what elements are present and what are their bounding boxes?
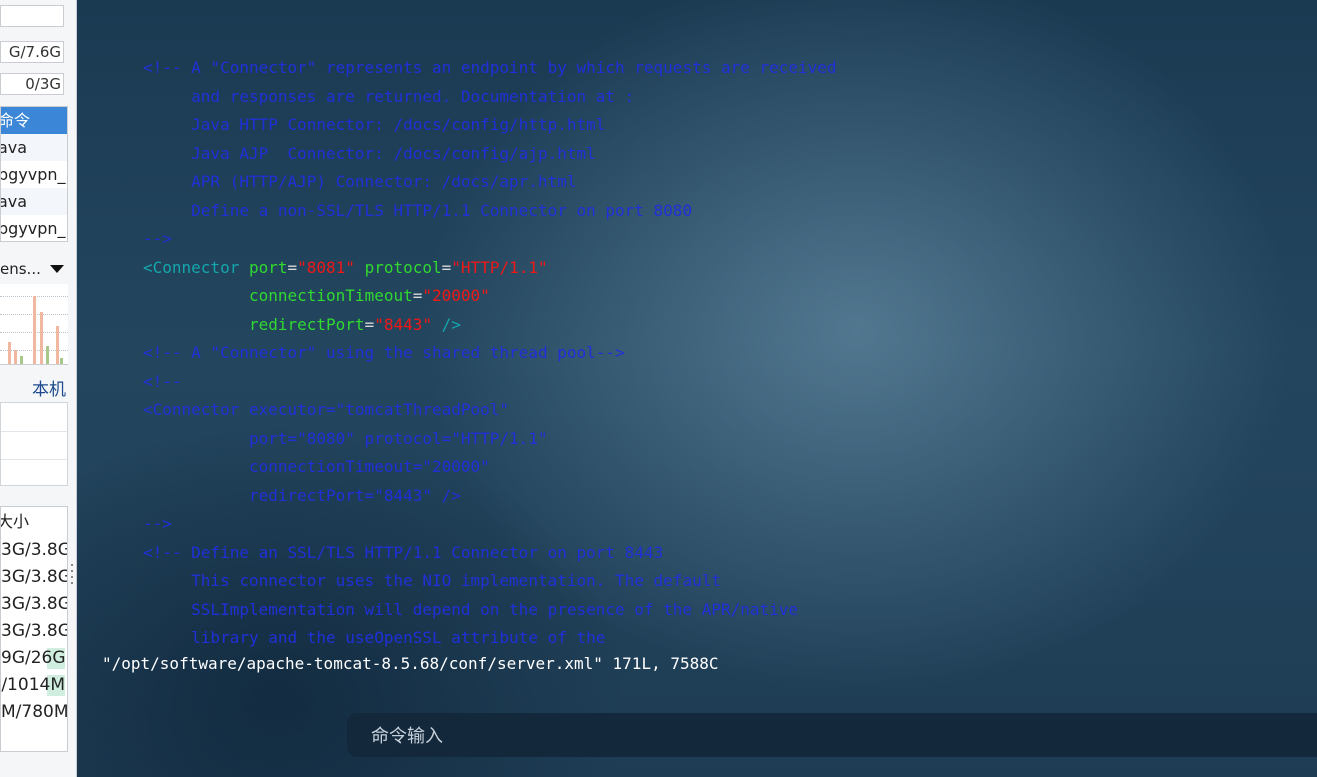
- table-row: /1014M: [1, 675, 65, 696]
- splitter-handle[interactable]: [69, 560, 74, 600]
- code-token: redirectPort: [248, 314, 365, 334]
- code-token: SSLImplementation will depend on the pre…: [143, 599, 799, 619]
- code-token: port="8080" protocol="HTTP/1.1": [143, 428, 548, 448]
- code-line: library and the useOpenSSL attribute of …: [143, 624, 837, 653]
- code-token: <!-- A "Connector" represents an endpoin…: [143, 58, 837, 77]
- connection-panel: [0, 402, 68, 486]
- code-line: APR (HTTP/AJP) Connector: /docs/apr.html: [143, 168, 837, 197]
- swap-usage-field: 0/3G: [0, 73, 64, 95]
- code-line: <Connector executor="tomcatThreadPool": [143, 396, 837, 425]
- code-line: port="8080" protocol="HTTP/1.1": [143, 425, 837, 454]
- list-item[interactable]: pgyvpn_: [1, 161, 67, 188]
- table-row: 3G/3.8G: [1, 540, 68, 560]
- command-input[interactable]: 命令输入: [347, 713, 1317, 757]
- table-row: 3G/3.8G: [1, 621, 68, 641]
- code-line: connectionTimeout="20000": [143, 282, 837, 311]
- code-token: Define a non-SSL/TLS HTTP/1.1 Connector …: [143, 200, 693, 220]
- code-line: Define a non-SSL/TLS HTTP/1.1 Connector …: [143, 197, 837, 226]
- code-token: Java HTTP Connector: /docs/config/http.h…: [143, 115, 606, 134]
- network-interface-select[interactable]: ens...: [0, 257, 68, 281]
- side-panel: G/7.6G 0/3G 命令 ava pgyvpn_ ava pgyvpn_ e…: [0, 0, 77, 777]
- code-token: <Connector: [143, 257, 240, 277]
- chevron-down-icon: [50, 265, 64, 273]
- code-token: APR (HTTP/AJP) Connector: /docs/apr.html: [143, 172, 577, 191]
- code-token: <!-- A "Connector" using the shared thre…: [143, 343, 625, 362]
- code-line: redirectPort="8443" />: [143, 482, 837, 511]
- code-token: library and the useOpenSSL attribute of …: [143, 628, 606, 647]
- code-token: Java AJP Connector: /docs/config/ajp.htm…: [143, 143, 596, 163]
- code-token: "8443": [374, 314, 432, 334]
- table-row: 3G/3.8G: [1, 567, 68, 587]
- code-token: =: [287, 257, 298, 277]
- code-token: <!-- Define an SSL/TLS HTTP/1.1 Connecto…: [143, 542, 664, 562]
- code-line: connectionTimeout="20000": [143, 453, 837, 482]
- code-line: <Connector port="8081" protocol="HTTP/1.…: [143, 254, 837, 283]
- network-interface-value: ens...: [0, 260, 41, 278]
- code-line: <!--: [143, 368, 837, 397]
- table-row: 9G/26G: [1, 648, 66, 669]
- code-line: -->: [143, 225, 837, 254]
- list-item[interactable]: ava: [1, 134, 67, 161]
- terminal-view[interactable]: <!-- A "Connector" represents an endpoin…: [77, 0, 1317, 777]
- code-line: This connector uses the NIO implementati…: [143, 567, 837, 596]
- code-line: redirectPort="8443" />: [143, 311, 837, 340]
- code-line: SSLImplementation will depend on the pre…: [143, 596, 837, 625]
- code-token: "8081": [297, 257, 355, 277]
- code-line: Java HTTP Connector: /docs/config/http.h…: [143, 111, 837, 140]
- sidebar-top-field: [0, 5, 64, 27]
- code-token: =: [364, 314, 375, 334]
- code-token: connectionTimeout: [248, 286, 413, 305]
- code-line: <!-- A "Connector" represents an endpoin…: [143, 54, 837, 83]
- code-token: <!--: [143, 371, 182, 391]
- process-list: 命令 ava pgyvpn_ ava pgyvpn_: [0, 106, 68, 242]
- code-line: <!-- Define an SSL/TLS HTTP/1.1 Connecto…: [143, 539, 837, 568]
- code-token: />: [432, 314, 461, 334]
- network-traffic-chart: [0, 284, 68, 365]
- memory-usage-field: G/7.6G: [0, 41, 64, 63]
- code-line: -->: [143, 510, 837, 539]
- code-token: =: [412, 286, 423, 305]
- code-line: Java AJP Connector: /docs/config/ajp.htm…: [143, 140, 837, 169]
- code-token: connectionTimeout="20000": [143, 457, 490, 476]
- code-token: =: [441, 257, 452, 277]
- file-content: <!-- A "Connector" represents an endpoin…: [143, 54, 837, 653]
- code-token: port: [248, 257, 288, 277]
- code-token: This connector uses the NIO implementati…: [143, 571, 721, 590]
- disk-usage-table: 大小 3G/3.8G 3G/3.8G 3G/3.8G 3G/3.8G 9G/26…: [0, 506, 68, 752]
- table-row: 3G/3.8G: [1, 594, 68, 614]
- local-label[interactable]: 本机: [0, 375, 68, 400]
- code-token: -->: [143, 514, 172, 533]
- code-line: <!-- A "Connector" using the shared thre…: [143, 339, 837, 368]
- code-token: -->: [143, 229, 172, 248]
- code-line: and responses are returned. Documentatio…: [143, 83, 837, 112]
- list-item[interactable]: 命令: [1, 107, 67, 134]
- code-token: <Connector executor="tomcatThreadPool": [143, 400, 510, 419]
- code-token: redirectPort="8443" />: [143, 485, 461, 505]
- code-token: protocol: [364, 257, 442, 277]
- code-token: "HTTP/1.1": [451, 257, 548, 277]
- code-token: and responses are returned. Documentatio…: [143, 86, 635, 106]
- list-item[interactable]: pgyvpn_: [1, 215, 67, 241]
- table-row: M/780M: [1, 702, 68, 722]
- vim-status-line: "/opt/software/apache-tomcat-8.5.68/conf…: [102, 654, 719, 673]
- code-token: "20000": [422, 286, 490, 305]
- table-header: 大小: [0, 512, 30, 531]
- list-item[interactable]: ava: [1, 188, 67, 215]
